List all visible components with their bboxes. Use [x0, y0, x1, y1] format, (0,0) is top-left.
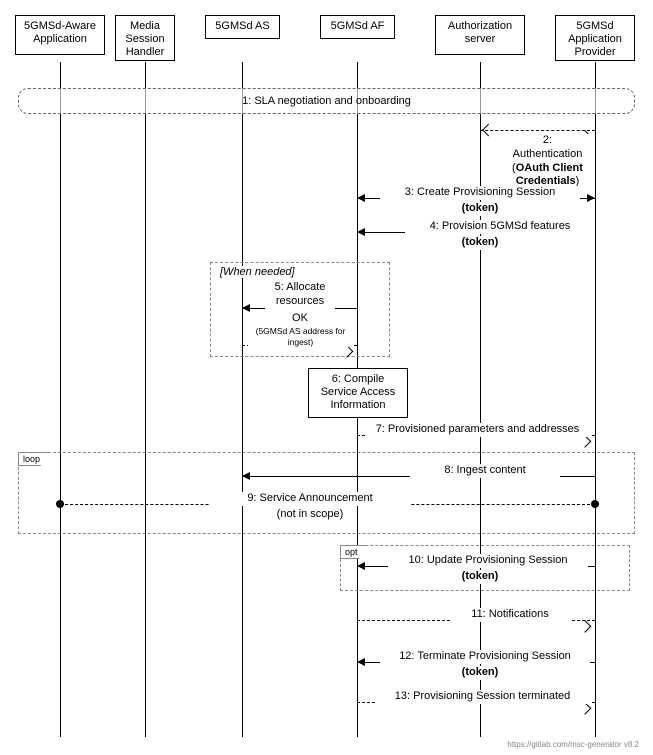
msg-10-token: (token) — [440, 570, 520, 584]
msg-3-text: 3: Create Provisioning Session — [380, 186, 580, 200]
participant-app: 5GMSd-AwareApplication — [15, 15, 105, 55]
arrowhead — [357, 658, 365, 666]
participant-as: 5GMSd AS — [205, 15, 280, 39]
frag-loop-label: loop — [18, 452, 48, 466]
arrowhead — [357, 228, 365, 236]
participant-prov: 5GMSdApplicationProvider — [555, 15, 635, 61]
msg-7-text: 7: Provisioned parameters and addresses — [365, 423, 590, 437]
msg-10-text: 10: Update Provisioning Session — [388, 554, 588, 568]
arrowhead — [242, 304, 250, 312]
frag-guard: [When needed] — [220, 266, 295, 278]
arrowhead — [579, 620, 592, 633]
msg-12-text: 12: Terminate Provisioning Session — [380, 650, 590, 664]
msg-11-text: 11: Notifications — [450, 608, 570, 622]
msg-4-token: (token) — [440, 236, 520, 250]
msg-2-arrow — [480, 130, 595, 131]
msg-1-box: 1: SLA negotiation and onboarding — [18, 88, 635, 114]
frag-opt: opt — [340, 545, 630, 591]
arrowhead — [579, 435, 592, 448]
msg-8-text: 8: Ingest content — [410, 464, 560, 478]
dot — [56, 500, 64, 508]
arrowhead — [579, 702, 592, 715]
msg-1-text: 1: SLA negotiation and onboarding — [242, 95, 411, 107]
footer-text: https://gitlab.com/msc-generator v8.2 — [507, 740, 639, 749]
msg-3-token: (token) — [440, 202, 520, 216]
arrowhead — [242, 472, 250, 480]
msg-5-return-text: OK — [265, 312, 335, 326]
arrowhead — [357, 194, 365, 202]
arrowhead — [482, 124, 495, 137]
arrowhead — [357, 562, 365, 570]
arrowhead — [587, 194, 595, 202]
participant-af: 5GMSd AF — [320, 15, 395, 39]
lifeline-as — [242, 62, 243, 737]
sequence-diagram: 5GMSd-AwareApplication MediaSessionHandl… — [10, 10, 643, 745]
msg-12-token: (token) — [440, 666, 520, 680]
dot — [591, 500, 599, 508]
msg-9-sub: (not in scope) — [265, 508, 355, 522]
frag-opt-label: opt — [340, 545, 366, 559]
participant-msh: MediaSessionHandler — [115, 15, 175, 61]
lifeline-prov — [595, 62, 596, 737]
msg-6-note: 6: Compile Service Access Information — [308, 368, 408, 418]
msg-4-text: 4: Provision 5GMSd features — [405, 220, 595, 234]
msg-2-text: 2: Authentication (OAuth Client Credenti… — [500, 134, 595, 189]
msg-9-text: 9: Service Announcement — [210, 492, 410, 506]
msg-5-return-detail: (5GMSd AS address for ingest) — [248, 326, 353, 347]
msg-13-text: 13: Provisioning Session terminated — [375, 690, 590, 704]
participant-auth: Authorizationserver — [435, 15, 525, 55]
msg-5-text: 5: Allocate resources — [265, 281, 335, 309]
lifeline-auth — [480, 62, 481, 737]
lifeline-msh — [145, 62, 146, 737]
lifeline-app — [60, 62, 61, 737]
